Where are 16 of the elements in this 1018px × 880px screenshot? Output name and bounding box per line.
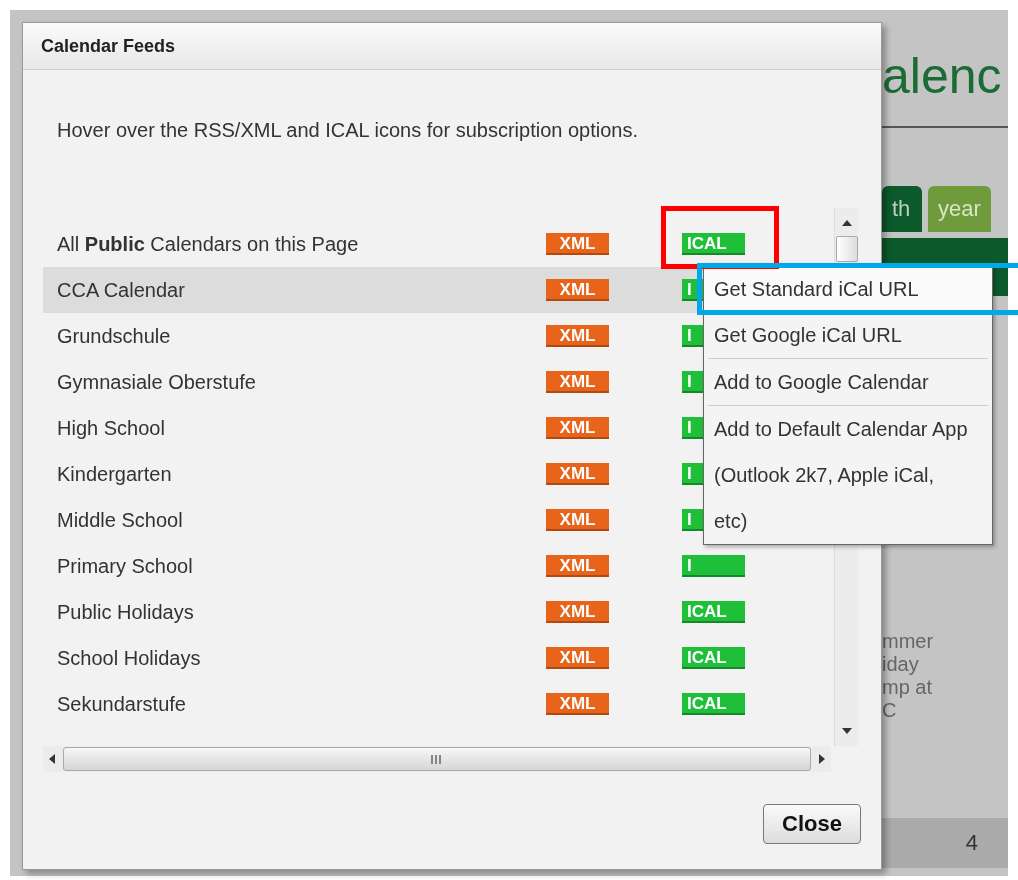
feed-name: All Public Calendars on this Page: [57, 232, 360, 256]
dialog-title: Calendar Feeds: [23, 23, 881, 70]
feed-name: Public Holidays: [57, 600, 195, 624]
feed-name: Gymnasiale Oberstufe: [57, 370, 257, 394]
feed-name: Primary School: [57, 554, 194, 578]
feed-name: Kindergarten: [57, 462, 173, 486]
page-heading: alenc: [882, 47, 1003, 106]
feed-name: School Holidays: [57, 646, 202, 670]
feed-name: CCA Calendar: [57, 278, 186, 302]
intro-text: Hover over the RSS/XML and ICAL icons for subscription options.: [57, 118, 639, 142]
day-cell: 4: [882, 818, 1008, 868]
feed-name: High School: [57, 416, 166, 440]
event-text: mmer iday mp at C: [882, 630, 935, 722]
feed-name: Middle School: [57, 508, 184, 532]
feed-name: Sekundarstufe: [57, 692, 187, 716]
feed-name: Grundschule: [57, 324, 172, 348]
